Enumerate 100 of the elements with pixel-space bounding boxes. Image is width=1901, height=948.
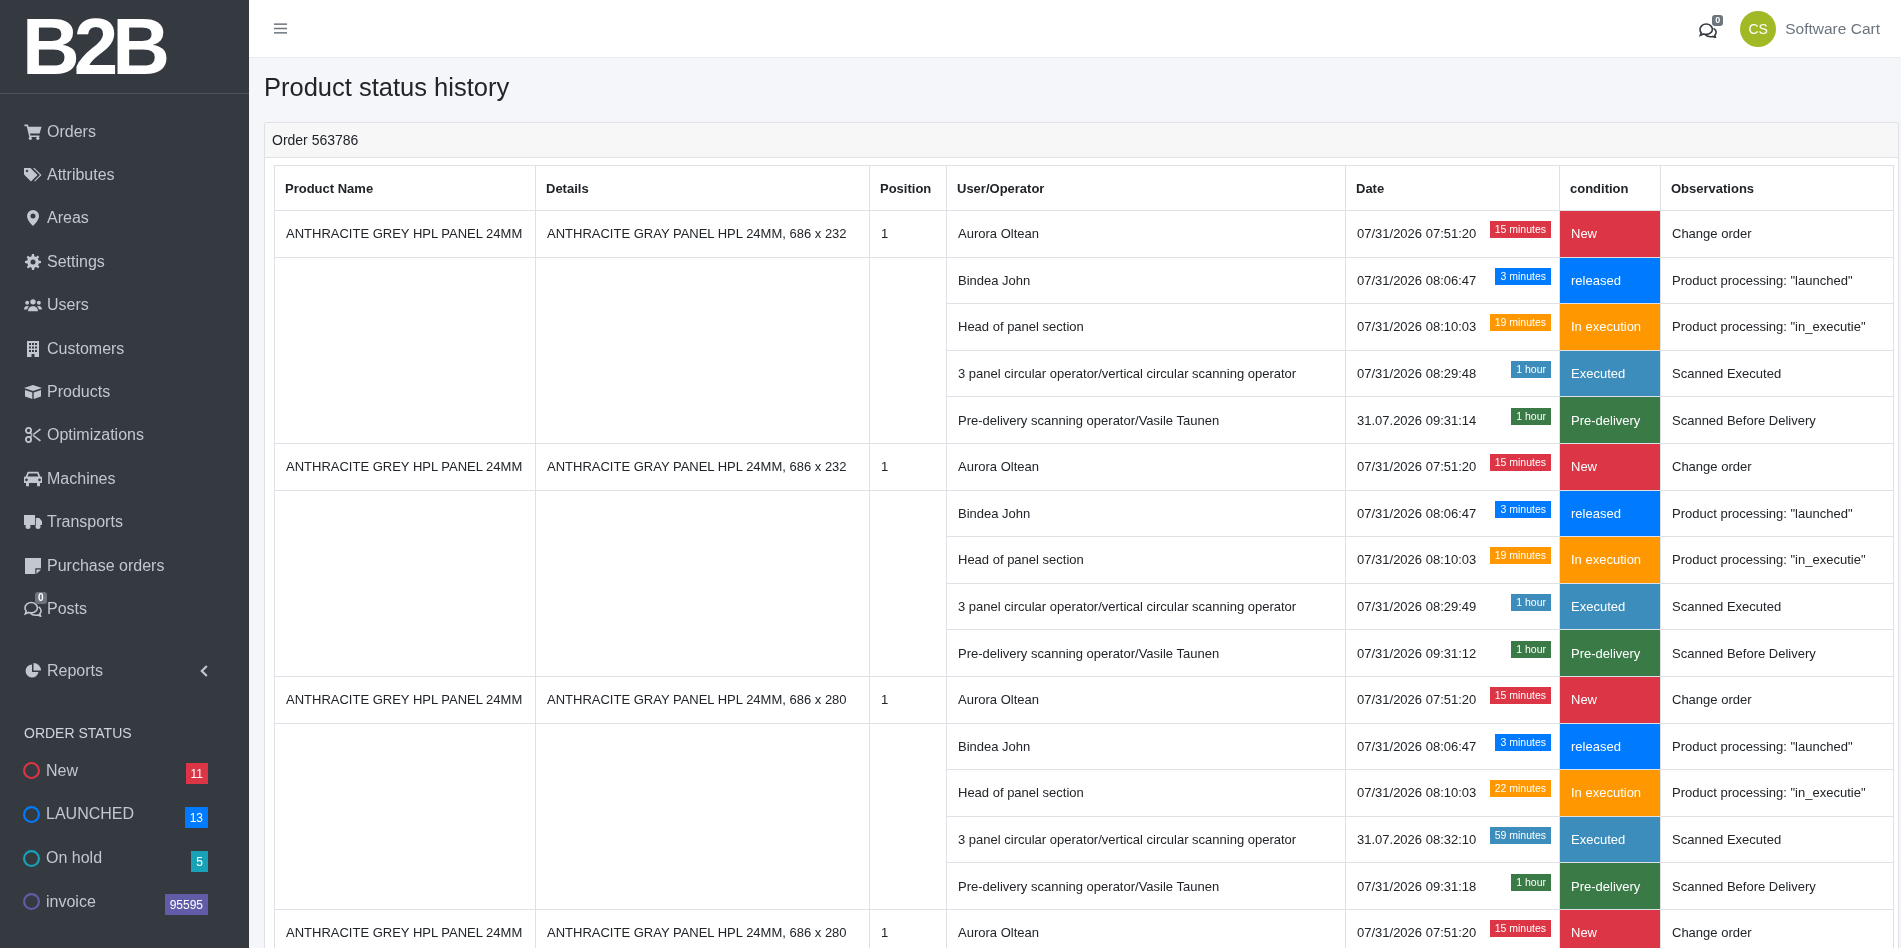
product-name-cell: ANTHRACITE GREY HPL PANEL 24MM <box>274 210 536 258</box>
nav-item[interactable]: Customers <box>23 326 208 371</box>
truck-icon <box>23 514 42 531</box>
duration-badge: 15 minutes <box>1489 221 1551 239</box>
nav-item[interactable]: Transports <box>23 500 208 544</box>
user-cell: Head of panel section <box>946 303 1346 351</box>
date-text: 07/31/2026 07:51:20 <box>1357 459 1477 475</box>
nav-item[interactable]: Optimizations <box>23 413 208 458</box>
status-item[interactable]: New 11 <box>23 749 208 793</box>
nav-item[interactable]: Machines <box>23 457 208 501</box>
column-header[interactable]: Date <box>1345 165 1560 211</box>
condition-cell: Pre-delivery <box>1559 629 1661 677</box>
observations-cell: Product processing: "in_executie" <box>1660 536 1894 584</box>
count-badge: 11 <box>185 763 208 785</box>
user-cell: Head of panel section <box>946 536 1346 584</box>
nav-item[interactable]: Attributes <box>23 153 208 197</box>
note-icon <box>23 557 42 574</box>
car-icon <box>23 470 42 487</box>
condition-cell: In execution <box>1559 536 1661 584</box>
duration-badge: 1 hour <box>1511 407 1551 425</box>
date-text: 07/31/2026 08:06:47 <box>1357 272 1477 288</box>
date-text: 07/31/2026 07:51:20 <box>1357 692 1477 708</box>
chevron-left-icon <box>200 665 208 678</box>
scissors-icon <box>23 427 42 444</box>
user-cell: Head of panel section <box>946 769 1346 817</box>
count-badge: 0 <box>35 592 47 604</box>
product-name-cell: ANTHRACITE GREY HPL PANEL 24MM <box>274 676 536 724</box>
comments-icon <box>23 601 42 617</box>
duration-badge: 19 minutes <box>1489 314 1551 332</box>
box-icon <box>23 384 42 401</box>
observations-cell: Scanned Before Delivery <box>1660 629 1894 677</box>
date-text: 31.07.2026 09:31:14 <box>1357 412 1477 428</box>
comments-icon[interactable] <box>1699 23 1718 38</box>
date-text: 07/31/2026 08:29:49 <box>1357 599 1477 615</box>
observations-cell: Product processing: "launched" <box>1660 257 1894 304</box>
user-cell: Pre-delivery scanning operator/Vasile Taunen <box>946 629 1346 677</box>
user-cell: 3 panel circular operator/vertical circular scanning operator <box>946 350 1346 397</box>
users-icon <box>23 297 42 314</box>
pie-chart-icon <box>23 663 42 680</box>
user-cell: Bindea John <box>946 257 1346 304</box>
duration-badge: 3 minutes <box>1495 733 1551 751</box>
tags-icon <box>23 167 42 184</box>
user-cell: Bindea John <box>946 490 1346 537</box>
user-cell: 3 panel circular operator/vertical circular scanning operator <box>946 816 1346 863</box>
condition-cell: In execution <box>1559 769 1661 817</box>
nav-item[interactable]: Reports <box>23 649 208 694</box>
observations-cell: Product processing: "launched" <box>1660 490 1894 537</box>
observations-cell: Scanned Before Delivery <box>1660 862 1894 910</box>
column-header[interactable]: Details <box>535 165 870 211</box>
column-header[interactable]: Observations <box>1660 165 1894 211</box>
nav-item[interactable]: 0 Posts <box>23 587 208 631</box>
nav-item[interactable]: Purchase orders <box>23 543 208 588</box>
observations-cell: Product processing: "in_executie" <box>1660 303 1894 351</box>
condition-cell: Pre-delivery <box>1559 862 1661 910</box>
nav-item[interactable]: Users <box>23 283 208 327</box>
logo[interactable]: B2B <box>22 15 171 78</box>
observations-cell: Scanned Executed <box>1660 350 1894 397</box>
user-cell: 3 panel circular operator/vertical circular scanning operator <box>946 583 1346 630</box>
condition-cell: Pre-delivery <box>1559 396 1661 444</box>
nav-item[interactable]: Settings <box>23 240 208 284</box>
count-badge: 13 <box>184 806 208 828</box>
user-cell: Aurora Oltean <box>946 443 1346 491</box>
condition-cell: New <box>1559 210 1661 258</box>
condition-cell: New <box>1559 909 1661 948</box>
condition-cell: released <box>1559 257 1661 304</box>
user-name-link[interactable]: Software Cart <box>1785 19 1880 38</box>
product-name-cell: ANTHRACITE GREY HPL PANEL 24MM <box>274 909 536 948</box>
duration-badge: 22 minutes <box>1489 780 1551 798</box>
status-item[interactable]: invoice 95595 <box>23 879 208 924</box>
menu-icon[interactable] <box>274 23 287 34</box>
date-text: 07/31/2026 08:10:03 <box>1357 552 1477 568</box>
column-header[interactable]: condition <box>1559 165 1661 211</box>
observations-cell: Product processing: "in_executie" <box>1660 769 1894 817</box>
duration-badge: 1 hour <box>1511 640 1551 658</box>
count-badge: 95595 <box>164 894 208 916</box>
count-badge: 0 <box>1712 15 1724 26</box>
observations-cell: Scanned Before Delivery <box>1660 396 1894 444</box>
details-cell: ANTHRACITE GRAY PANEL HPL 24MM, 686 x 232 <box>535 210 870 258</box>
details-cell: ANTHRACITE GRAY PANEL HPL 24MM, 686 x 232 <box>535 443 870 491</box>
details-cell: ANTHRACITE GRAY PANEL HPL 24MM, 686 x 280 <box>535 676 870 724</box>
status-item[interactable]: On hold 5 <box>23 836 208 880</box>
duration-badge: 15 minutes <box>1489 920 1551 938</box>
date-text: 07/31/2026 08:29:48 <box>1357 366 1477 382</box>
nav-item[interactable]: Products <box>23 370 208 414</box>
nav-item[interactable]: Orders <box>23 110 208 154</box>
nav-item[interactable]: Areas <box>23 196 208 241</box>
date-text: 07/31/2026 08:10:03 <box>1357 785 1477 801</box>
page-title: Product status history <box>264 72 511 102</box>
column-header[interactable]: Position <box>869 165 947 211</box>
observations-cell: Change order <box>1660 443 1894 491</box>
column-header[interactable]: User/Operator <box>946 165 1346 211</box>
condition-cell: released <box>1559 723 1661 770</box>
duration-badge: 15 minutes <box>1489 687 1551 705</box>
condition-cell: New <box>1559 443 1661 491</box>
date-text: 07/31/2026 08:10:03 <box>1357 319 1477 335</box>
duration-badge: 1 hour <box>1511 594 1551 612</box>
status-item[interactable]: LAUNCHED 13 <box>23 792 208 837</box>
column-header[interactable]: Product Name <box>274 165 536 211</box>
observations-cell: Change order <box>1660 210 1894 258</box>
date-text: 07/31/2026 07:51:20 <box>1357 925 1477 941</box>
